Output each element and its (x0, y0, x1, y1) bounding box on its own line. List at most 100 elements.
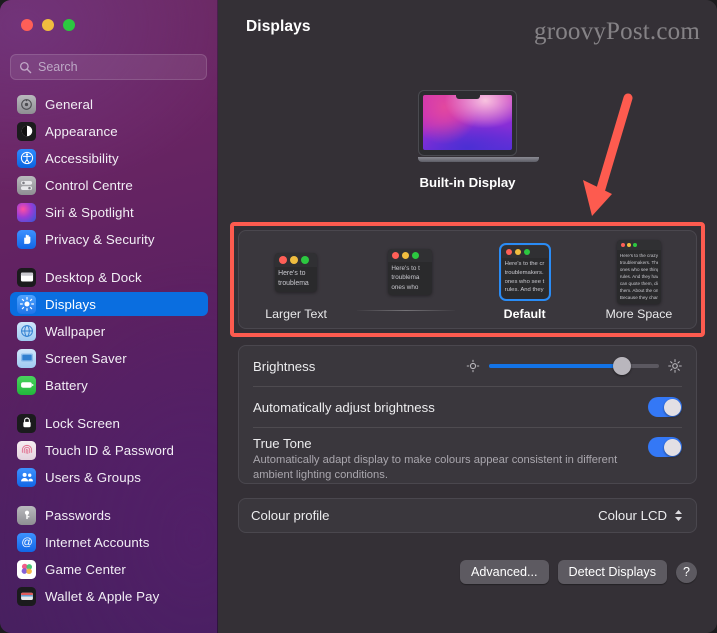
resolution-option-unlabelled-1[interactable]: Here's to t troublema ones who (353, 231, 467, 328)
display-preview[interactable]: Built-in Display (218, 90, 717, 190)
auto-brightness-row[interactable]: Automatically adjust brightness (239, 387, 696, 427)
thumbnail-titlebar (388, 249, 433, 263)
thumb-zoom-dot (412, 252, 420, 260)
resolution-option-larger-text[interactable]: Here's to troublema Larger Text (239, 231, 353, 328)
resolution-option-more-space[interactable]: Here's to the crazy onetroublemakers. Th… (582, 231, 696, 328)
thumbnail-body-text: Here's to troublema (275, 267, 317, 292)
macbook-icon (418, 90, 539, 162)
sidebar-item-label: Wallet & Apple Pay (45, 588, 160, 604)
thumbnail-line: rules. And they have no (619, 273, 658, 279)
resolution-thumbnail[interactable]: Here's to troublema (275, 252, 318, 292)
brightness-label: Brightness (253, 358, 316, 374)
sidebar-item-passwords[interactable]: Passwords (10, 503, 208, 527)
search-field[interactable] (10, 54, 207, 80)
sidebar-item-game-center[interactable]: Game Center (10, 557, 208, 581)
sidebar-nav-list: General Appearance Accessibility Control Ce… (0, 92, 218, 611)
close-button[interactable] (21, 19, 33, 31)
key-icon (17, 505, 36, 525)
thumb-zoom-dot (632, 242, 637, 247)
thumbnail-body-text: Here's to the cr troublemakers. ones who s… (502, 258, 548, 297)
help-button[interactable]: ? (676, 561, 697, 583)
true-tone-toggle[interactable] (648, 437, 682, 457)
search-icon (19, 61, 32, 73)
resolution-label: More Space (605, 307, 673, 321)
brightness-row: Brightness (239, 346, 696, 386)
sidebar-item-internet-accounts[interactable]: @ Internet Accounts (10, 530, 208, 554)
colour-profile-row[interactable]: Colour profile Colour LCD (238, 498, 697, 533)
brightness-settings-card: Brightness Automatically adjust brightne… (238, 345, 697, 484)
thumb-min-dot (290, 255, 299, 264)
thumbnail-line: Here's to (278, 269, 306, 277)
zoom-button[interactable] (63, 19, 75, 31)
thumbnail-body-text: Here's to t troublema ones who (388, 262, 432, 294)
resolution-options-card: Here's to troublema Larger Text Here's to t… (238, 230, 697, 329)
brightness-knob[interactable] (612, 357, 631, 375)
brightness-track[interactable] (489, 357, 659, 375)
sun-low-icon (466, 359, 480, 373)
resolution-option-default[interactable]: Here's to the cr troublemakers. ones who s… (468, 231, 582, 328)
thumbnail-wrap: Here's to the cr troublemakers. ones who s… (498, 243, 551, 301)
sidebar-item-wallet-apple-pay[interactable]: Wallet & Apple Pay (10, 584, 208, 608)
thumb-close-dot (620, 242, 625, 247)
thumbnail-wrap: Here's to t troublema ones who (388, 243, 433, 301)
thumbnail-wrap: Here's to troublema (275, 243, 318, 301)
footer-button-row: Advanced... Detect Displays ? (459, 560, 697, 584)
thumbnail-line: Here's to the cr (504, 261, 545, 268)
sidebar-item-label: Lock Screen (45, 415, 121, 431)
resolution-thumbnail[interactable]: Here's to t troublema ones who (388, 249, 433, 295)
control-centre-icon (17, 175, 36, 195)
sidebar-item-label: Displays (45, 296, 97, 312)
resolution-thumbnail[interactable]: Here's to the crazy onetroublemakers. Th… (616, 239, 661, 305)
sidebar-item-label: Desktop & Dock (45, 269, 142, 285)
desktop-dock-icon (17, 267, 36, 287)
accessibility-icon (17, 148, 36, 168)
appearance-icon (17, 121, 36, 141)
sidebar-item-displays[interactable]: Displays (10, 292, 208, 316)
brightness-slider[interactable] (466, 357, 682, 375)
thumbnail-line: troublemakers. (504, 269, 544, 276)
sidebar-item-privacy-security[interactable]: Privacy & Security (10, 227, 208, 251)
resolution-label: Default (503, 307, 546, 321)
search-input[interactable] (38, 60, 198, 74)
sidebar-item-screen-saver[interactable]: Screen Saver (10, 346, 208, 370)
sidebar-item-general[interactable]: General (10, 92, 208, 116)
toggle-knob (663, 438, 681, 456)
sidebar-item-label: Siri & Spotlight (45, 204, 134, 220)
thumbnail-line: ones who see t (504, 278, 545, 285)
sidebar-item-users-groups[interactable]: Users & Groups (10, 465, 208, 489)
sidebar-item-lock-screen[interactable]: Lock Screen (10, 411, 208, 435)
thumbnail-titlebar (616, 239, 661, 250)
sidebar-item-desktop-dock[interactable]: Desktop & Dock (10, 265, 208, 289)
detect-displays-button[interactable]: Detect Displays (557, 560, 667, 584)
sidebar-item-control-centre[interactable]: Control Centre (10, 173, 208, 197)
toggle-knob (663, 398, 681, 416)
sidebar-item-battery[interactable]: Battery (10, 373, 208, 397)
colour-profile-select[interactable]: Colour LCD (598, 508, 684, 523)
lock-icon (17, 413, 36, 433)
colour-profile-value: Colour LCD (598, 508, 667, 523)
advanced-button[interactable]: Advanced... (459, 560, 549, 584)
siri-icon (17, 202, 36, 222)
main-content: Displays groovyPost.com Built-in Display… (218, 0, 717, 633)
resolution-slider-track[interactable] (357, 310, 455, 311)
thumbnail-line: troublemakers. The rou (619, 259, 658, 265)
resolution-thumbnail[interactable]: Here's to the cr troublemakers. ones who s… (498, 243, 551, 301)
resolution-option-row: Here's to troublema Larger Text Here's to t… (239, 231, 696, 328)
sidebar-item-touch-id-password[interactable]: Touch ID & Password (10, 438, 208, 462)
minimise-button[interactable] (42, 19, 54, 31)
thumb-close-dot (279, 255, 288, 264)
page-title: Displays (246, 18, 311, 35)
sidebar-item-label: Privacy & Security (45, 231, 155, 247)
sidebar-item-siri-spotlight[interactable]: Siri & Spotlight (10, 200, 208, 224)
auto-brightness-toggle[interactable] (648, 397, 682, 417)
true-tone-row[interactable]: True Tone Automatically adapt display to… (239, 428, 696, 484)
users-icon (17, 467, 36, 487)
nav-group-separator (0, 492, 218, 503)
thumb-zoom-dot (523, 249, 530, 256)
thumb-zoom-dot (301, 255, 310, 264)
sidebar-item-accessibility[interactable]: Accessibility (10, 146, 208, 170)
sidebar-item-appearance[interactable]: Appearance (10, 119, 208, 143)
nav-group-separator (0, 400, 218, 411)
sidebar-item-wallpaper[interactable]: Wallpaper (10, 319, 208, 343)
hand-shield-icon (17, 229, 36, 249)
